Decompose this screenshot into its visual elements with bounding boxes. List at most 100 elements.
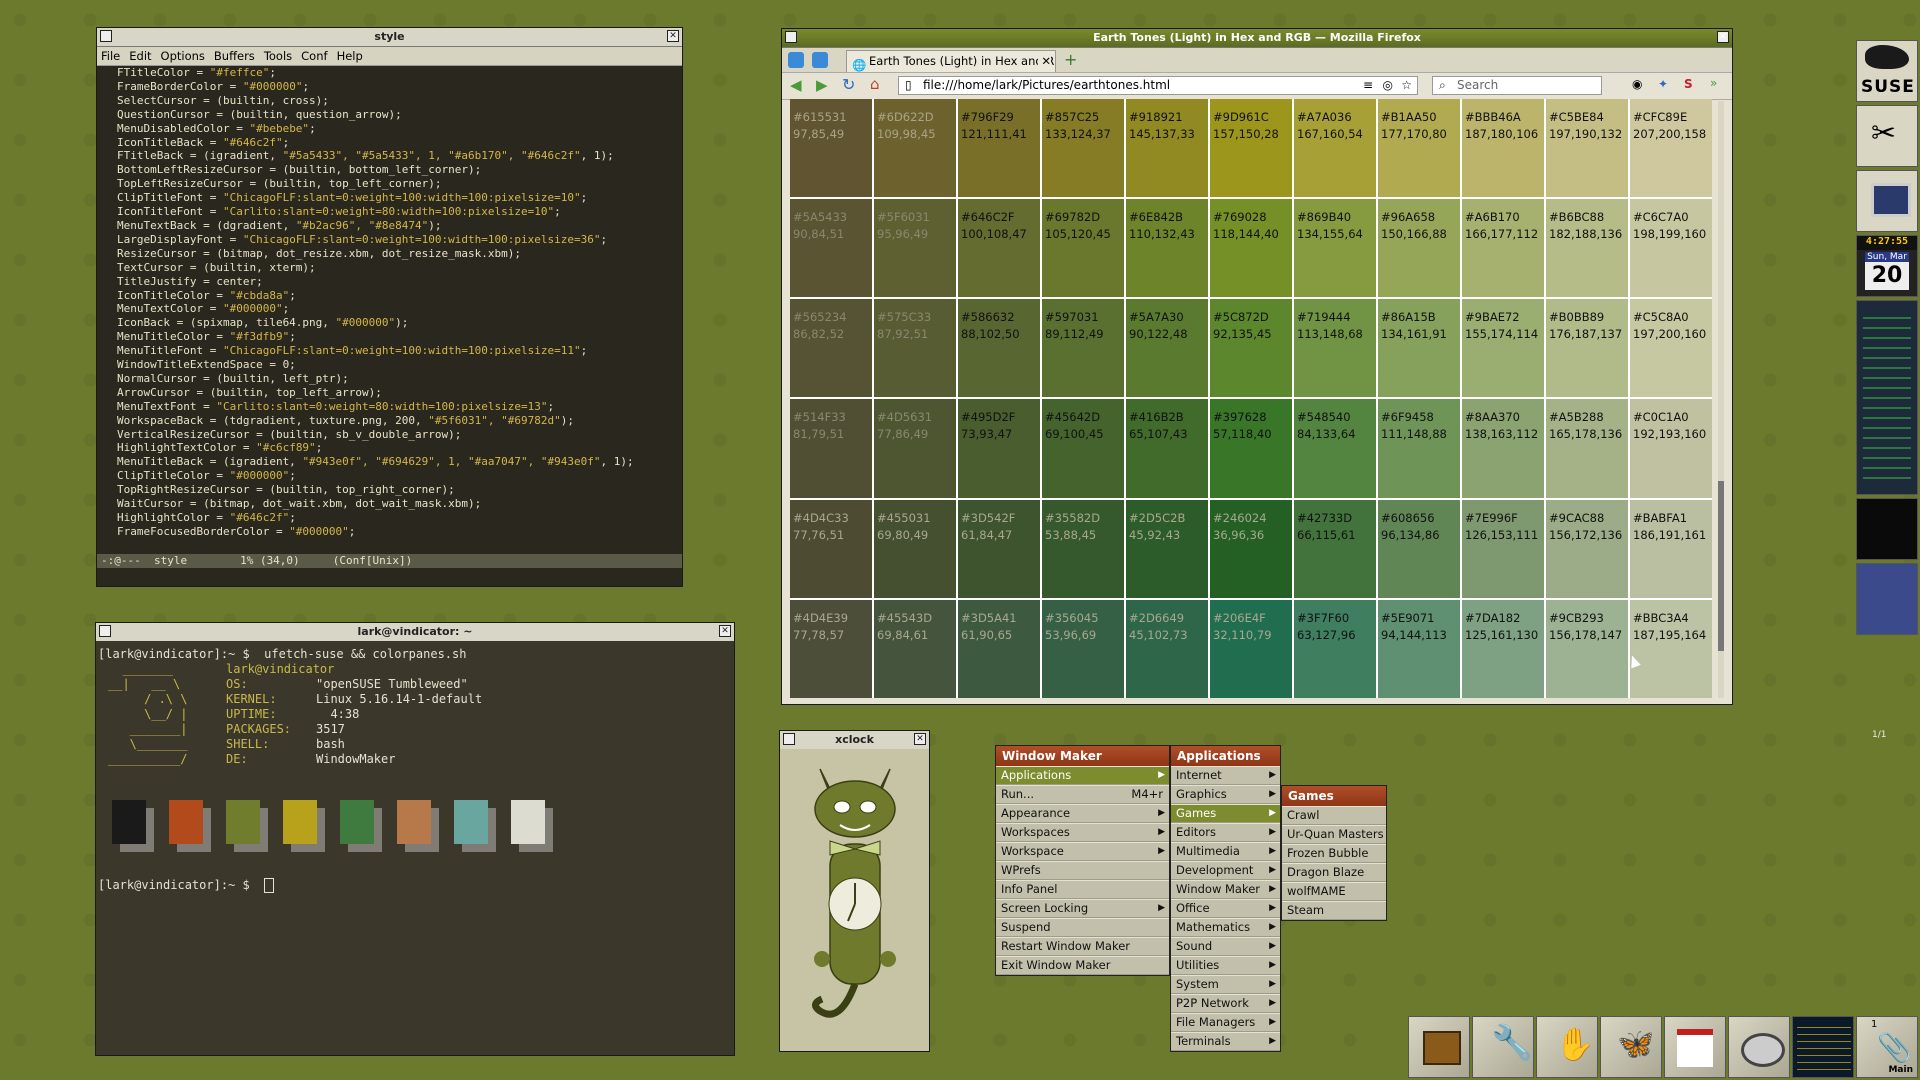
dock-tile-file-cabinet[interactable] <box>1408 1016 1470 1078</box>
clip[interactable]: 1 📎 Main <box>1856 1016 1918 1078</box>
xclock-titlebar[interactable]: xclock ✕ <box>780 731 929 750</box>
menu-conf[interactable]: Conf <box>301 49 327 63</box>
menu-item[interactable]: P2P Network ▶ <box>1171 994 1280 1013</box>
menu-item[interactable]: Development ▶ <box>1171 861 1280 880</box>
menu-item[interactable]: Exit Window Maker <box>996 956 1169 975</box>
dock-tile-wrench[interactable]: 🔧 <box>1472 1016 1534 1078</box>
menu-item[interactable]: Mathematics ▶ <box>1171 918 1280 937</box>
url-bar[interactable]: ▯ file:///home/lark/Pictures/earthtones.h… <box>898 76 1418 95</box>
back-icon[interactable]: ◀ <box>790 76 802 94</box>
menu-item[interactable]: Office ▶ <box>1171 899 1280 918</box>
menu-item[interactable]: Graphics ▶ <box>1171 785 1280 804</box>
menu-item[interactable]: Suspend <box>996 918 1169 937</box>
extension-icon[interactable]: ✦ <box>1658 77 1668 91</box>
dock-tile-black[interactable] <box>1856 498 1918 560</box>
menu-options[interactable]: Options <box>161 49 205 63</box>
close-icon[interactable]: ✕ <box>1717 31 1729 43</box>
close-icon[interactable]: ✕ <box>914 733 926 745</box>
bookmark-star-icon[interactable]: ☆ <box>1401 77 1412 94</box>
menu-edit[interactable]: Edit <box>129 49 151 63</box>
extension-icon[interactable]: ◉ <box>1632 77 1642 91</box>
menu-item[interactable]: Frozen Bubble <box>1282 844 1386 863</box>
menu-item[interactable]: Run... M4+r <box>996 785 1169 804</box>
menu-item[interactable]: Applications ▶ <box>996 766 1169 785</box>
dock-tile-clock[interactable]: 4:27:55 Sun, Mar 20 <box>1856 235 1918 297</box>
dock-tile-butterfly[interactable]: 🦋 <box>1600 1016 1662 1078</box>
forward-icon[interactable]: ▶ <box>816 76 828 94</box>
menu-item[interactable]: Terminals ▶ <box>1171 1032 1280 1051</box>
menu-item[interactable]: wolfMAME <box>1282 882 1386 901</box>
emacs-minibuffer[interactable] <box>97 568 682 586</box>
terminal-body[interactable]: [lark@vindicator]:~ $ ufetch-suse && col… <box>96 641 734 1055</box>
menu-item[interactable]: Workspace ▶ <box>996 842 1169 861</box>
dock-tile-sysmon[interactable] <box>1792 1016 1854 1078</box>
home-icon[interactable]: ⌂ <box>870 75 880 93</box>
new-tab-button[interactable]: + <box>1064 50 1077 69</box>
extension-icon[interactable]: S <box>1684 77 1693 91</box>
terminal-window[interactable]: lark@vindicator: ~ ✕ [lark@vindicator]:~… <box>95 622 735 1056</box>
menu-item[interactable]: File Managers ▶ <box>1171 1013 1280 1032</box>
terminal-titlebar[interactable]: lark@vindicator: ~ ✕ <box>96 623 734 642</box>
dock-tile-monitor[interactable] <box>1856 170 1918 232</box>
emacs-window[interactable]: style ✕ File Edit Options Buffers Tools Conf H… <box>96 27 683 587</box>
menu-item[interactable]: Info Panel <box>996 880 1169 899</box>
menu-item[interactable]: Restart Window Maker <box>996 937 1169 956</box>
pocket-icon[interactable]: ◎ <box>1383 77 1393 94</box>
windowmaker-root-menu[interactable]: Window Maker Applications ▶ Run... M4+r Appea… <box>995 745 1170 976</box>
menu-item[interactable]: Multimedia ▶ <box>1171 842 1280 861</box>
menu-file[interactable]: File <box>101 49 120 63</box>
menu-item[interactable]: Workspaces ▶ <box>996 823 1169 842</box>
menu-item[interactable]: Screen Locking ▶ <box>996 899 1169 918</box>
dock-tile-chart[interactable] <box>1664 1016 1726 1078</box>
menu-buffers[interactable]: Buffers <box>214 49 255 63</box>
dock-tile-webcam[interactable] <box>1728 1016 1790 1078</box>
games-submenu[interactable]: Games Crawl Ur-Quan Masters Frozen Bubble Dr… <box>1281 785 1387 921</box>
scrollbar[interactable] <box>1718 101 1724 698</box>
emacs-titlebar[interactable]: style ✕ <box>97 28 682 47</box>
menu-item[interactable]: Internet ▶ <box>1171 766 1280 785</box>
firefox-window[interactable]: Earth Tones (Light) in Hex and RGB — Moz… <box>781 28 1733 705</box>
xclock-window[interactable]: xclock ✕ <box>779 730 930 1052</box>
menu-item[interactable]: Games ▶ <box>1171 804 1280 823</box>
tab-earthtones[interactable]: 🌐 Earth Tones (Light) in Hex and RG ✕ <box>846 50 1056 72</box>
swatch-hex: #3F7F60 <box>1297 610 1350 625</box>
menu-item[interactable]: Ur-Quan Masters <box>1282 825 1386 844</box>
dock-tile-hand[interactable]: ✋ <box>1536 1016 1598 1078</box>
dock-tile-suse[interactable]: SUSE <box>1856 40 1918 102</box>
applications-submenu[interactable]: Applications Internet ▶ Graphics ▶ Games ▶ Edit… <box>1170 745 1281 1052</box>
overflow-menu-icon[interactable]: » <box>1710 76 1717 90</box>
menu-item[interactable]: Crawl <box>1282 806 1386 825</box>
menu-item[interactable]: Utilities ▶ <box>1171 956 1280 975</box>
minimize-icon[interactable] <box>785 31 797 43</box>
dock-tile-pager[interactable] <box>1856 563 1918 635</box>
close-icon[interactable]: ✕ <box>719 625 731 637</box>
minimize-icon[interactable] <box>783 733 795 745</box>
menu-help[interactable]: Help <box>337 49 363 63</box>
menu-item[interactable]: Dragon Blaze <box>1282 863 1386 882</box>
menu-item[interactable]: Window Maker ▶ <box>1171 880 1280 899</box>
workspace-indicator[interactable]: 1/1 <box>1872 730 1886 740</box>
search-field[interactable]: ⌕ Search <box>1432 76 1602 95</box>
reload-icon[interactable]: ↻ <box>842 75 855 94</box>
menu-item[interactable]: Editors ▶ <box>1171 823 1280 842</box>
close-tab-icon[interactable]: ✕ <box>1038 51 1051 71</box>
dock-tile-cpu-monitor[interactable] <box>1856 300 1918 495</box>
scrollbar-thumb[interactable] <box>1718 481 1724 651</box>
menu-tools[interactable]: Tools <box>264 49 292 63</box>
minimize-icon[interactable] <box>100 30 112 42</box>
kde-icon[interactable] <box>788 52 804 68</box>
submenu-arrow-icon: ▶ <box>1158 770 1165 780</box>
color-swatch: #416B2B 65,107,43 <box>1126 399 1208 498</box>
close-icon[interactable]: ✕ <box>667 30 679 42</box>
menu-item[interactable]: Appearance ▶ <box>996 804 1169 823</box>
menu-item[interactable]: Sound ▶ <box>1171 937 1280 956</box>
kde-icon[interactable] <box>812 52 828 68</box>
minimize-icon[interactable] <box>99 625 111 637</box>
firefox-titlebar[interactable]: Earth Tones (Light) in Hex and RGB — Moz… <box>782 29 1732 48</box>
reader-icon[interactable]: ≡ <box>1363 77 1373 94</box>
emacs-buffer[interactable]: FTitleColor = "#feffce"; FrameBorderColor… <box>97 66 682 554</box>
menu-item[interactable]: WPrefs <box>996 861 1169 880</box>
menu-item[interactable]: Steam <box>1282 901 1386 920</box>
dock-tile-settings[interactable]: ✂ <box>1856 105 1918 167</box>
menu-item[interactable]: System ▶ <box>1171 975 1280 994</box>
